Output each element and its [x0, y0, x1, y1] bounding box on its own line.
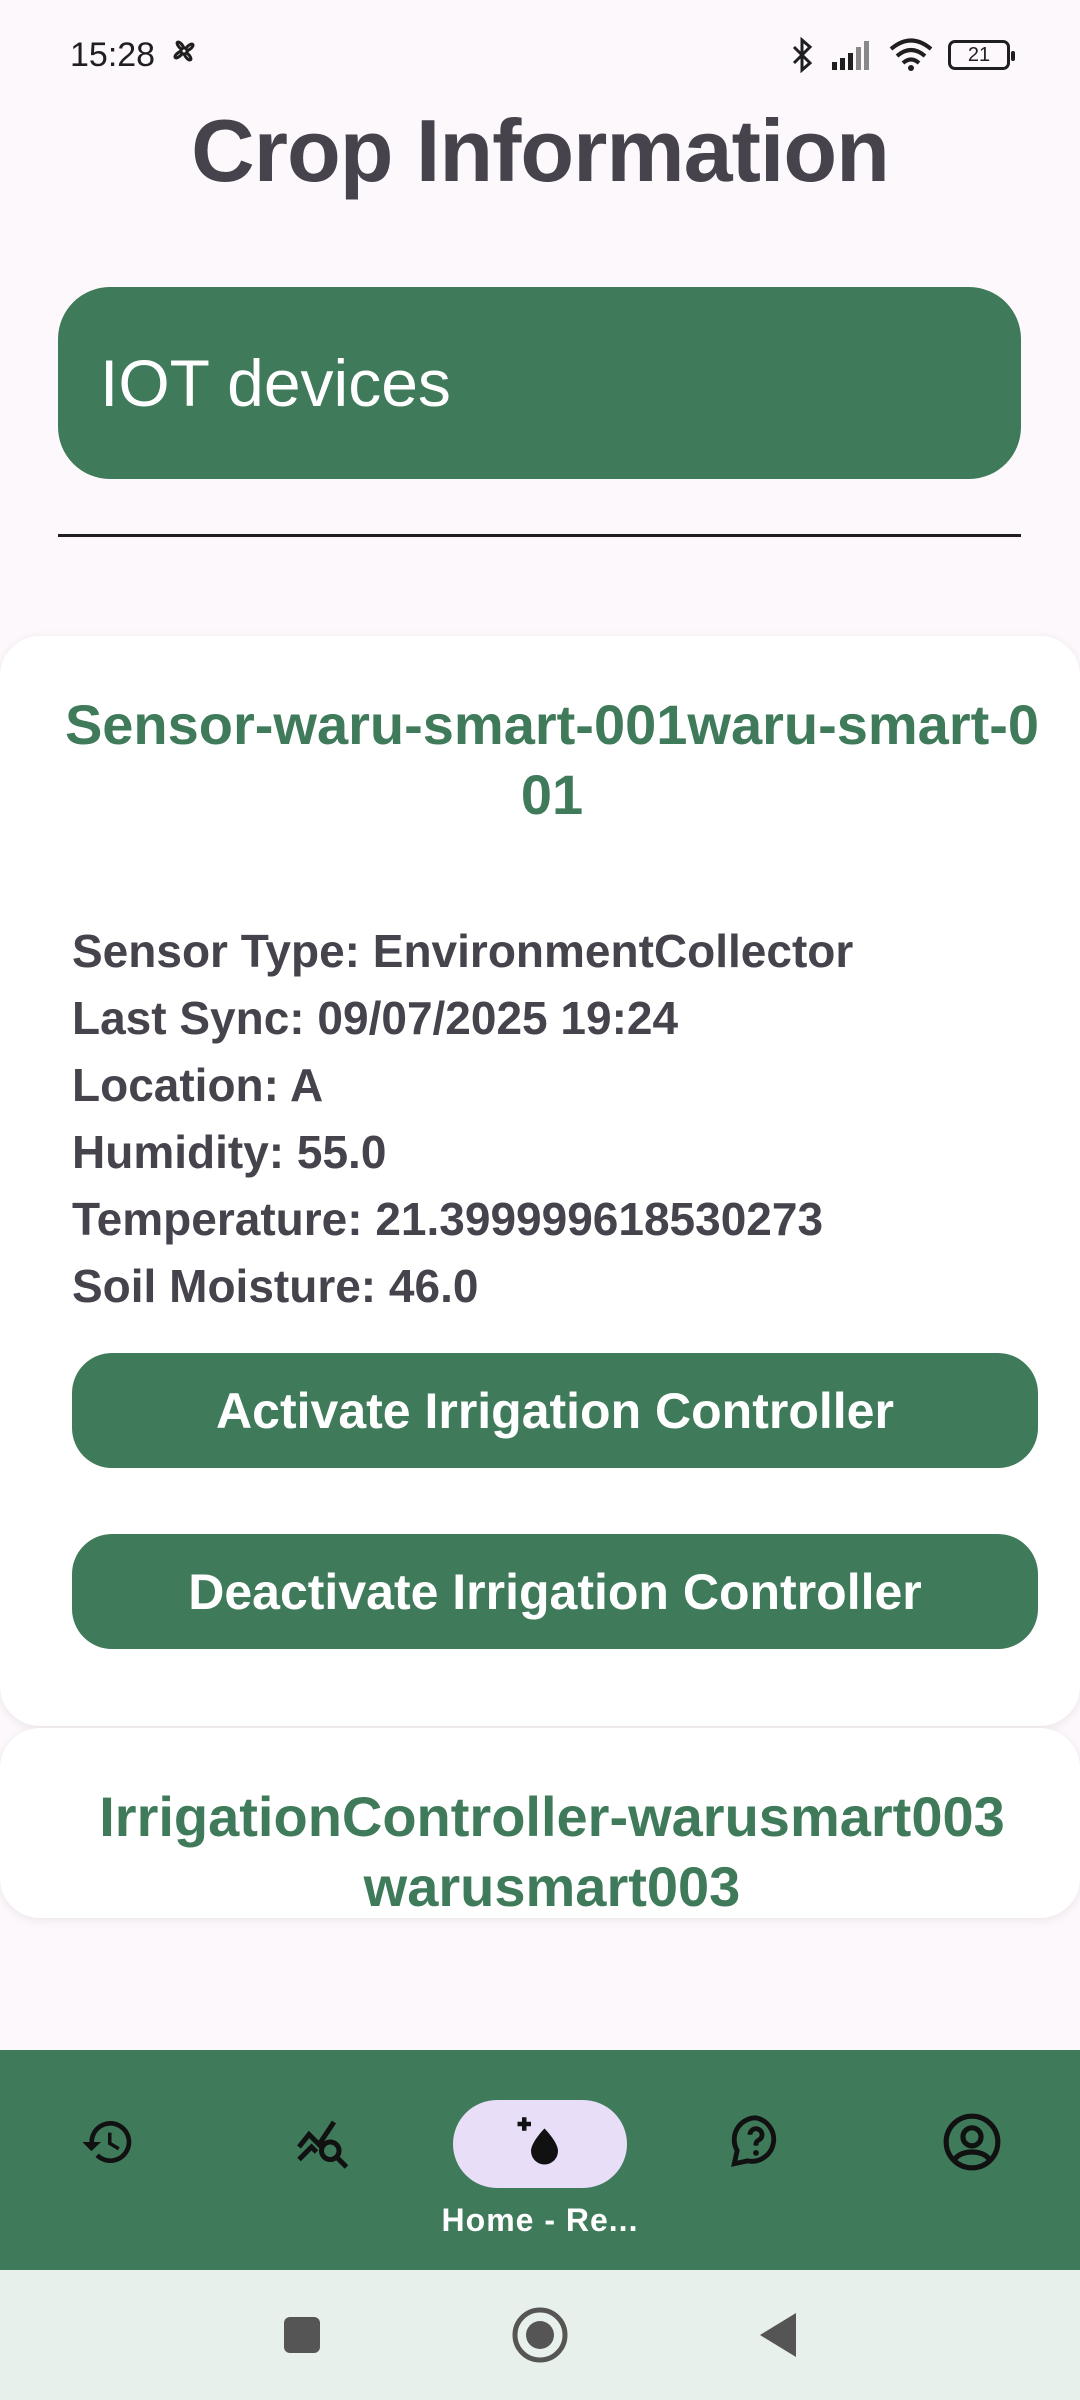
device-title: IrrigationController-warusmart003 warusm…: [99, 1785, 1005, 1918]
add-water-drop-icon: [513, 2115, 567, 2174]
soil-moisture: Soil Moisture: 46.0: [72, 1260, 479, 1312]
nav-label-home: Home - Re...: [441, 2202, 639, 2238]
nav-icon-container: [453, 2100, 627, 2188]
nav-icon-container: [885, 2100, 1059, 2188]
deactivate-irrigation-button[interactable]: Deactivate Irrigation Controller: [72, 1534, 1038, 1649]
nav-item-history[interactable]: [0, 2050, 216, 2270]
device-card: Sensor-waru-smart-001waru-smart-001 Sens…: [0, 636, 1080, 1726]
device-details: Sensor Type: EnvironmentCollector Last S…: [72, 918, 853, 1320]
analytics-search-icon: [294, 2112, 354, 2177]
iot-devices-button[interactable]: IOT devices: [58, 287, 1021, 479]
divider: [58, 534, 1021, 537]
home-button[interactable]: [510, 2305, 570, 2365]
wifi-icon: [888, 38, 934, 72]
fan-icon: [169, 36, 199, 75]
nav-icon-container: [237, 2100, 411, 2188]
status-bar: 15:28 21: [0, 0, 1080, 110]
bluetooth-icon: [790, 37, 816, 73]
nav-item-account[interactable]: [864, 2050, 1080, 2270]
signal-icon: [830, 40, 874, 70]
status-left: 15:28: [70, 36, 199, 75]
humidity: Humidity: 55.0: [72, 1126, 387, 1178]
account-icon: [941, 2111, 1003, 2178]
activate-irrigation-button[interactable]: Activate Irrigation Controller: [72, 1353, 1038, 1468]
nav-item-analytics[interactable]: [216, 2050, 432, 2270]
screen: 15:28 21 Crop Information IOT devices Se…: [0, 0, 1080, 2400]
nav-icon-container: [669, 2100, 843, 2188]
device-title: Sensor-waru-smart-001waru-smart-001: [64, 693, 1040, 826]
system-navigation-bar: [0, 2270, 1080, 2400]
recents-button[interactable]: [272, 2305, 332, 2365]
help-icon: [727, 2113, 785, 2176]
nav-item-help[interactable]: [648, 2050, 864, 2270]
sensor-type: Sensor Type: EnvironmentCollector: [72, 925, 854, 977]
nav-item-home[interactable]: Home - Re...: [432, 2050, 648, 2270]
nav-icon-container: [21, 2100, 195, 2188]
iot-devices-label: IOT devices: [100, 346, 451, 420]
battery-icon: 21: [948, 40, 1015, 70]
back-button[interactable]: [748, 2305, 808, 2365]
status-right: 21: [790, 37, 1015, 73]
temperature: Temperature: 21.399999618530273: [72, 1193, 824, 1245]
clock: 15:28: [70, 35, 156, 74]
device-card: IrrigationController-warusmart003 warusm…: [0, 1728, 1080, 1918]
battery-level: 21: [967, 43, 991, 66]
history-icon: [80, 2114, 136, 2175]
last-sync: Last Sync: 09/07/2025 19:24: [72, 992, 679, 1044]
location: Location: A: [72, 1059, 324, 1111]
page-title: Crop Information: [191, 101, 890, 200]
bottom-navigation: Home - Re...: [0, 2050, 1080, 2270]
